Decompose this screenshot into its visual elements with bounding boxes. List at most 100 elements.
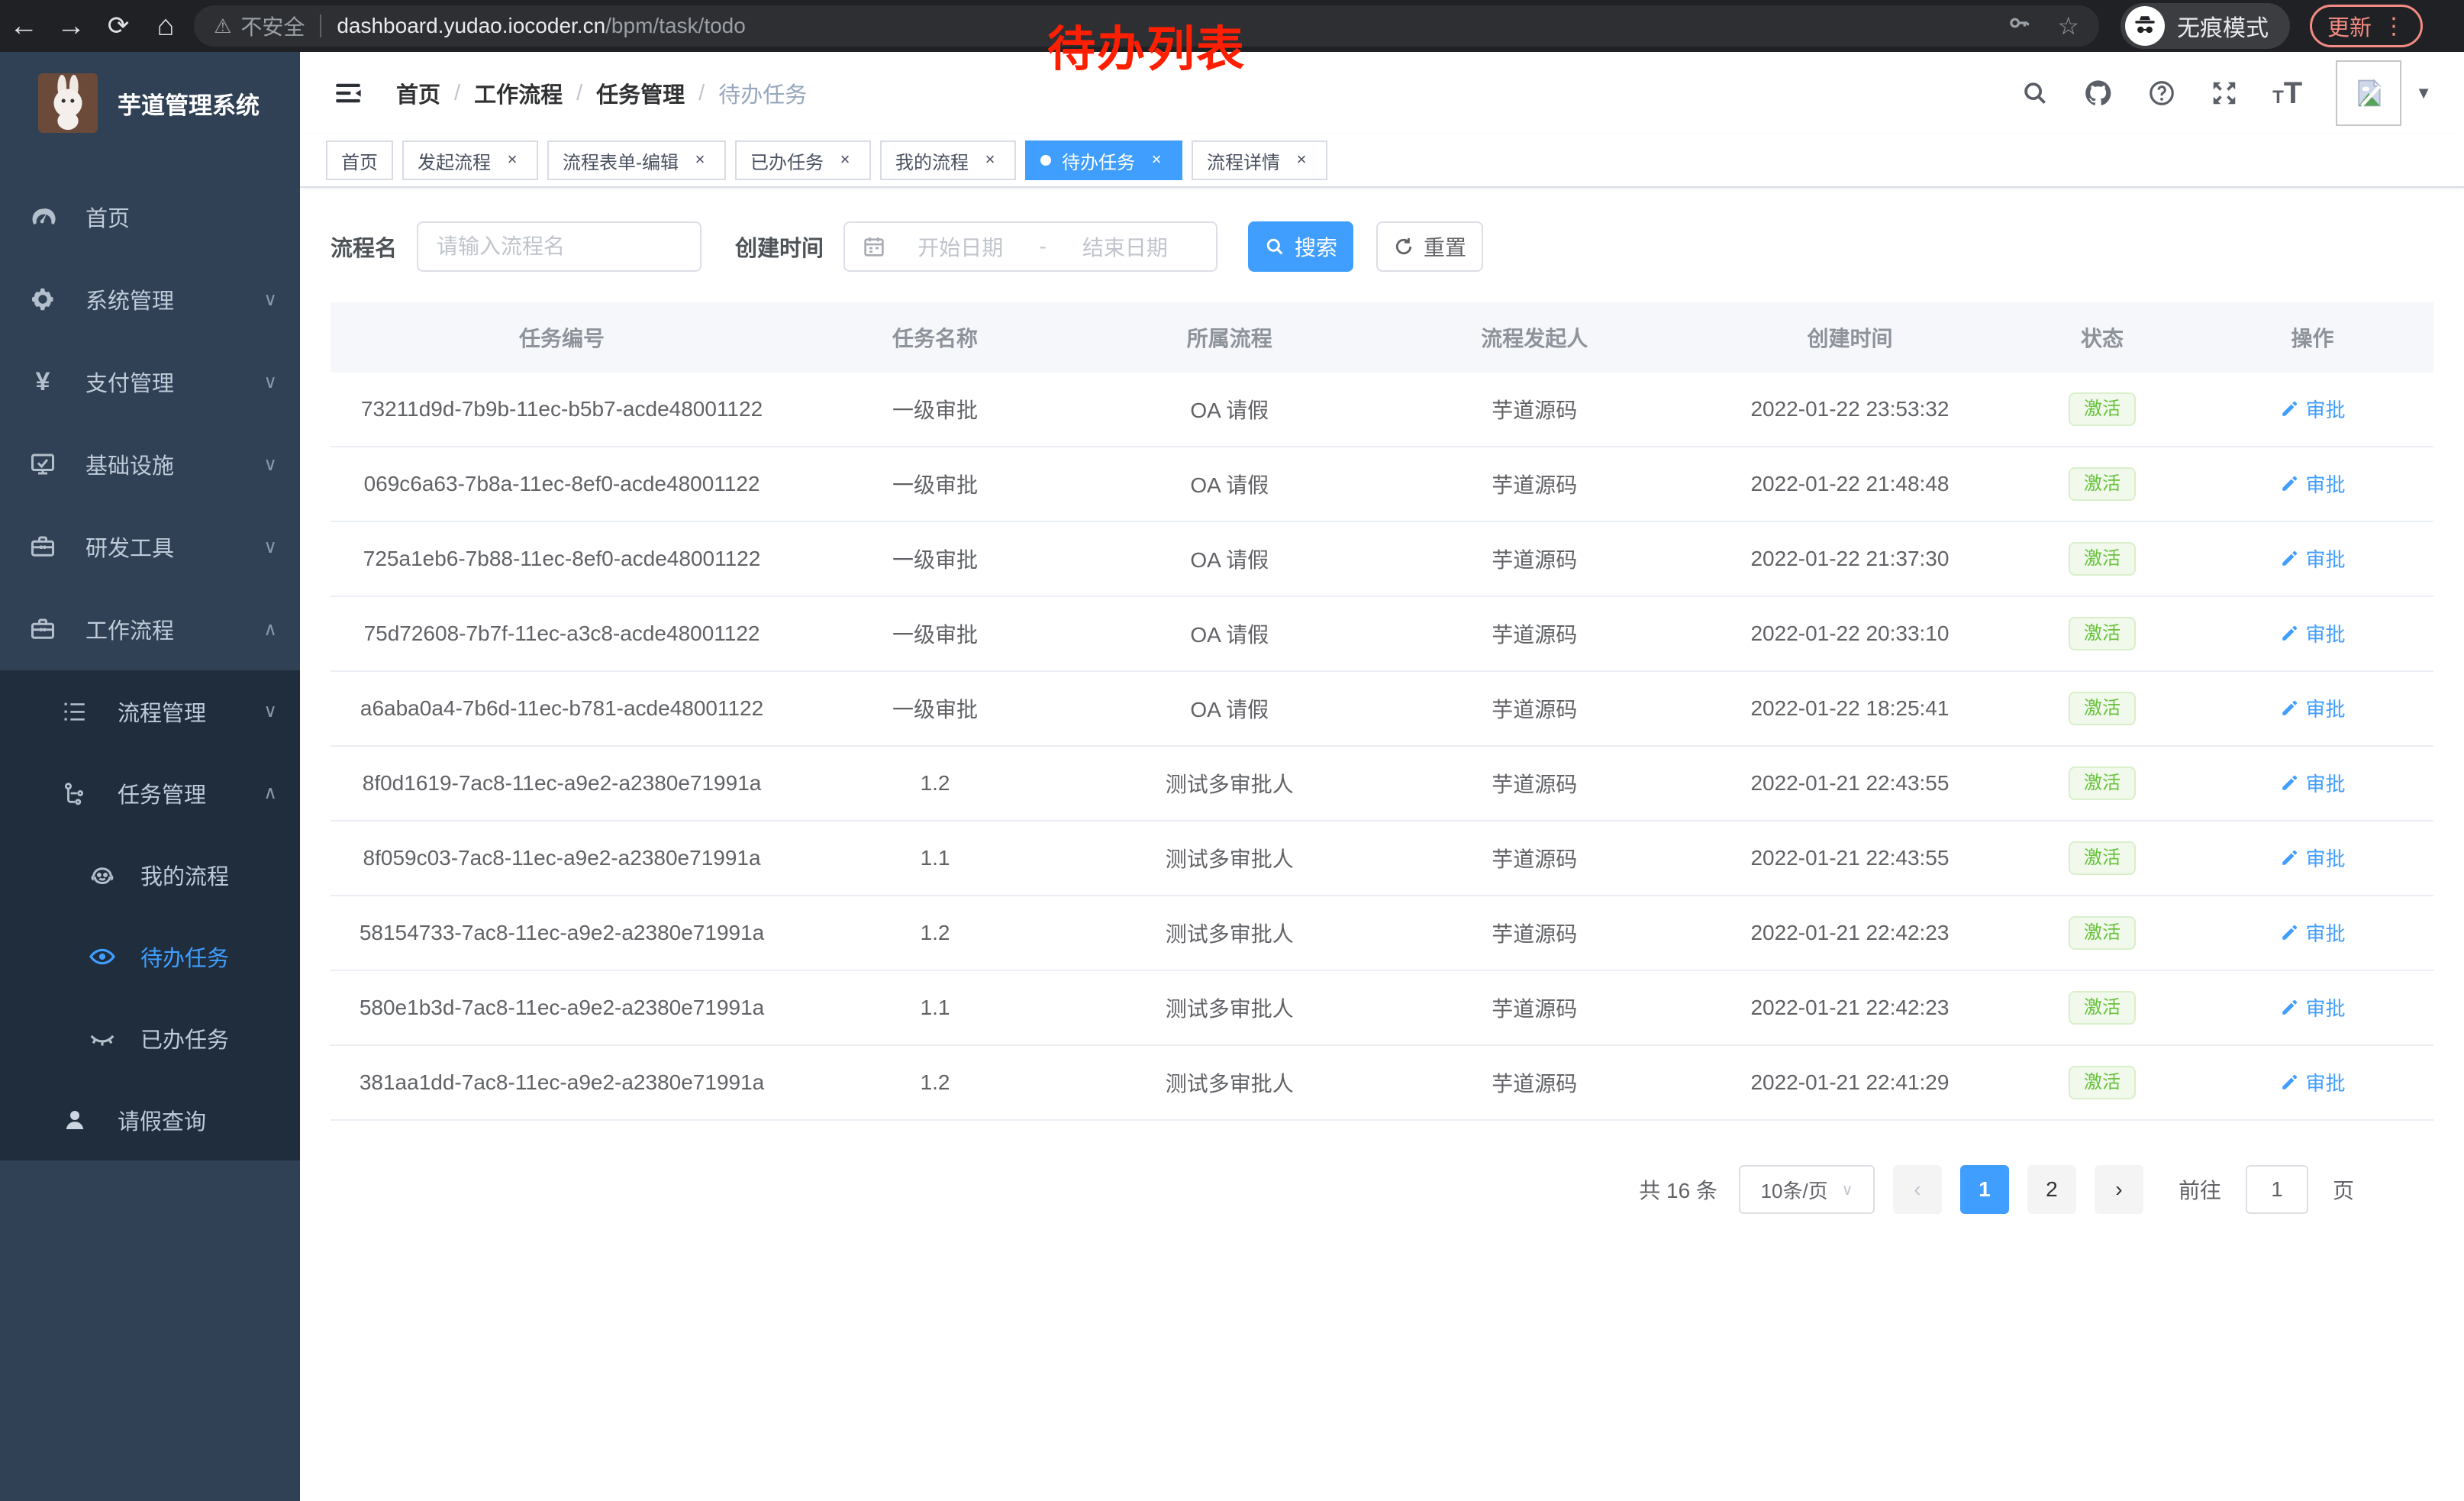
task-name: 一级审批	[793, 618, 1077, 649]
main-content: 流程名 创建时间 开始日期 - 结束日期 搜索 重置 任务编号 任务名称	[300, 188, 2464, 1501]
approve-link[interactable]: 审批	[2280, 993, 2346, 1022]
approve-link[interactable]: 审批	[2280, 844, 2346, 872]
chevron-up-icon: ∧	[263, 782, 277, 804]
close-icon[interactable]: ×	[689, 150, 711, 171]
app-logo-row[interactable]: 芋道管理系统	[0, 52, 300, 133]
gear-icon	[27, 286, 58, 313]
status-badge: 激活	[2069, 916, 2136, 950]
sidebar-item-todo-tasks[interactable]: 待办任务	[0, 915, 300, 997]
browser-menu-dots-icon[interactable]: ⋮	[2382, 13, 2405, 40]
task-process: OA 请假	[1077, 693, 1382, 724]
bookmark-star-icon[interactable]: ☆	[2057, 11, 2079, 40]
close-icon[interactable]: ×	[1146, 150, 1167, 171]
task-process: 测试多审批人	[1077, 993, 1382, 1023]
edit-pencil-icon	[2280, 623, 2300, 643]
sidebar-item-leave-query[interactable]: 请假查询	[0, 1079, 300, 1160]
sidebar-menu: 首页 系统管理 ∨ ¥ 支付管理 ∨ 基础设施 ∨	[0, 176, 300, 1160]
sidebar-item-my-process[interactable]: 我的流程	[0, 834, 300, 915]
approve-link[interactable]: 审批	[2280, 694, 2346, 722]
close-icon[interactable]: ×	[979, 150, 1001, 171]
approve-link[interactable]: 审批	[2280, 1068, 2346, 1096]
search-button[interactable]: 搜索	[1248, 221, 1353, 272]
chevron-down-icon: ∨	[263, 454, 277, 476]
avatar-caret-icon[interactable]: ▼	[2415, 83, 2432, 103]
sidebar-submenu-workflow: 流程管理 ∨ 任务管理 ∧	[0, 670, 300, 1160]
calendar-icon	[862, 234, 886, 259]
task-time: 2022-01-21 22:43:55	[1687, 846, 2013, 870]
approve-link[interactable]: 审批	[2280, 619, 2346, 647]
task-process: OA 请假	[1077, 544, 1382, 574]
approve-link[interactable]: 审批	[2280, 470, 2346, 498]
close-icon[interactable]: ×	[1291, 150, 1312, 171]
tab-home[interactable]: 首页	[326, 140, 393, 180]
task-time: 2022-01-22 21:37:30	[1687, 547, 2013, 571]
approve-link[interactable]: 审批	[2280, 769, 2346, 797]
sidebar-item-task-management[interactable]: 任务管理 ∧	[0, 752, 300, 834]
sidebar-item-payment[interactable]: ¥ 支付管理 ∨	[0, 341, 300, 423]
sidebar-item-system[interactable]: 系统管理 ∨	[0, 258, 300, 341]
date-range-separator: -	[1034, 234, 1050, 259]
url-path: /bpm/task/todo	[605, 14, 746, 38]
github-icon[interactable]	[2083, 78, 2114, 108]
dashboard-icon	[27, 203, 58, 231]
back-icon[interactable]: ←	[0, 0, 47, 52]
reset-button[interactable]: 重置	[1376, 221, 1483, 272]
url-host: dashboard.yudao.iocoder.cn	[337, 14, 605, 38]
edit-pencil-icon	[2280, 922, 2300, 942]
next-page-button[interactable]: ›	[2095, 1165, 2143, 1214]
end-date-placeholder: 结束日期	[1051, 231, 1199, 262]
tasks-table: 任务编号 任务名称 所属流程 流程发起人 创建时间 状态 操作 73211d9d…	[331, 302, 2433, 1121]
home-icon[interactable]: ⌂	[142, 0, 189, 52]
forward-icon[interactable]: →	[47, 0, 95, 52]
goto-page-input[interactable]	[2246, 1165, 2308, 1214]
sidebar-item-devtools[interactable]: 研发工具 ∨	[0, 505, 300, 588]
task-id: 580e1b3d-7ac8-11ec-a9e2-a2380e71991a	[331, 996, 793, 1020]
sidebar-item-process-management[interactable]: 流程管理 ∨	[0, 670, 300, 752]
browser-update-button[interactable]: 更新 ⋮	[2310, 5, 2423, 47]
task-time: 2022-01-21 22:43:55	[1687, 771, 2013, 796]
task-id: 8f059c03-7ac8-11ec-a9e2-a2380e71991a	[331, 846, 793, 870]
task-process: OA 请假	[1077, 618, 1382, 649]
page-button-2[interactable]: 2	[2027, 1165, 2076, 1214]
breadcrumb-home[interactable]: 首页	[396, 77, 440, 109]
prev-page-button[interactable]: ‹	[1893, 1165, 1942, 1214]
tab-process-form-edit[interactable]: 流程表单-编辑 ×	[547, 140, 726, 180]
font-size-icon[interactable]: TT	[2272, 76, 2302, 111]
breadcrumb-task-management[interactable]: 任务管理	[596, 77, 685, 109]
fullscreen-icon[interactable]	[2210, 79, 2239, 108]
page-button-1[interactable]: 1	[1960, 1165, 2009, 1214]
header-search-icon[interactable]	[2021, 79, 2050, 108]
process-name-input[interactable]	[417, 221, 701, 272]
page-size-select[interactable]: 10条/页 ∨	[1739, 1165, 1875, 1214]
close-icon[interactable]: ×	[502, 150, 523, 171]
tab-done-tasks[interactable]: 已办任务 ×	[735, 140, 871, 180]
sidebar-item-done-tasks[interactable]: 已办任务	[0, 997, 300, 1079]
sidebar-item-workflow[interactable]: 工作流程 ∧	[0, 588, 300, 670]
start-date-placeholder: 开始日期	[886, 231, 1034, 262]
approve-link[interactable]: 审批	[2280, 395, 2346, 423]
status-badge: 激活	[2069, 841, 2136, 875]
edit-pencil-icon	[2280, 698, 2300, 718]
sidebar-item-home[interactable]: 首页	[0, 176, 300, 258]
task-time: 2022-01-22 23:53:32	[1687, 397, 2013, 421]
table-row: 725a1eb6-7b88-11ec-8ef0-acde48001122 一级审…	[331, 522, 2433, 597]
status-badge: 激活	[2069, 467, 2136, 501]
breadcrumb-workflow[interactable]: 工作流程	[474, 77, 563, 109]
sidebar-collapse-icon[interactable]	[332, 77, 364, 109]
tab-process-detail[interactable]: 流程详情 ×	[1192, 140, 1327, 180]
help-question-icon[interactable]	[2147, 79, 2176, 108]
date-range-picker[interactable]: 开始日期 - 结束日期	[843, 221, 1217, 272]
approve-link[interactable]: 审批	[2280, 544, 2346, 573]
reload-icon[interactable]: ⟳	[95, 0, 142, 52]
tab-my-process[interactable]: 我的流程 ×	[880, 140, 1016, 180]
edit-pencil-icon	[2280, 399, 2300, 418]
approve-link[interactable]: 审批	[2280, 918, 2346, 947]
task-id: 725a1eb6-7b88-11ec-8ef0-acde48001122	[331, 547, 793, 571]
sidebar-item-infra[interactable]: 基础设施 ∨	[0, 423, 300, 505]
task-starter: 芋道源码	[1382, 843, 1686, 873]
close-icon[interactable]: ×	[834, 150, 856, 171]
avatar[interactable]	[2336, 60, 2401, 126]
tab-start-process[interactable]: 发起流程 ×	[402, 140, 538, 180]
tab-todo-tasks[interactable]: 待办任务 ×	[1025, 140, 1182, 180]
password-key-icon[interactable]	[2007, 11, 2031, 41]
